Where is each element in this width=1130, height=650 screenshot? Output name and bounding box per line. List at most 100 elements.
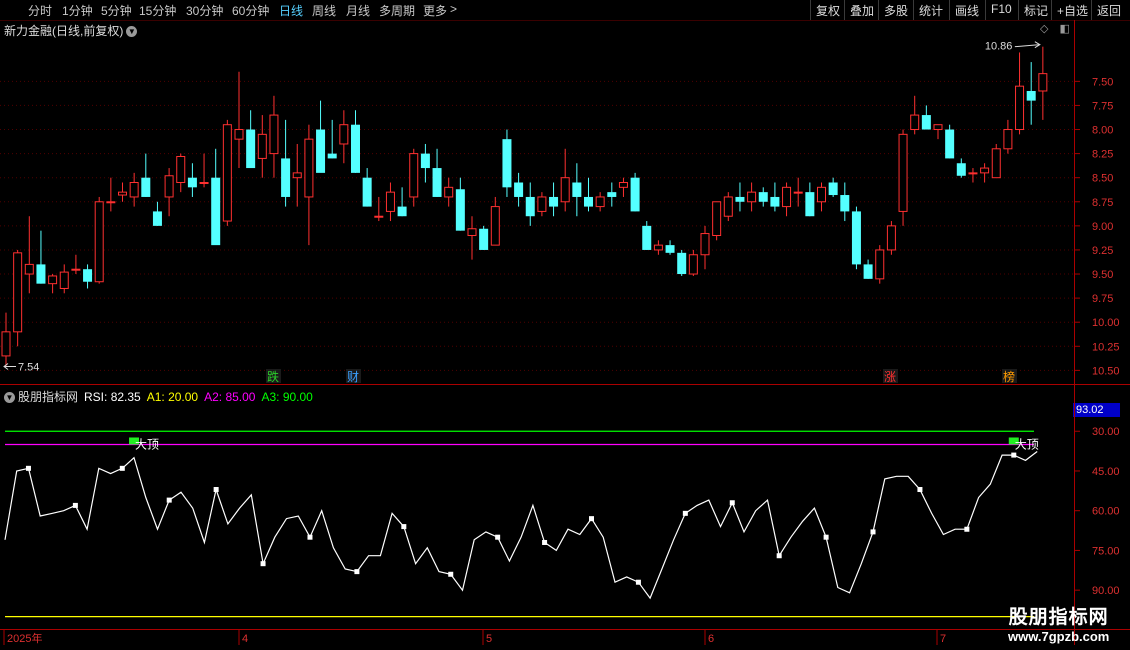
candle-body xyxy=(898,133,908,212)
top-signal-label: 大顶 xyxy=(1015,437,1039,451)
candle-body xyxy=(199,182,209,185)
candle-body xyxy=(94,201,104,283)
candle-body xyxy=(840,195,850,212)
candle-body xyxy=(560,177,570,203)
price-tick-label: 8.00 xyxy=(1092,125,1113,137)
candle-body xyxy=(187,177,197,188)
candle-body xyxy=(234,129,244,140)
candle-body xyxy=(420,153,430,169)
candle-body xyxy=(257,133,267,159)
candle-body xyxy=(642,225,652,250)
candle-body xyxy=(688,254,698,275)
price-tick-label: 8.25 xyxy=(1092,149,1113,161)
candle-body xyxy=(339,124,349,145)
candle-body xyxy=(269,114,279,155)
candle-body xyxy=(211,177,221,246)
event-tag: 涨 xyxy=(884,369,896,384)
candle-body xyxy=(141,177,151,197)
price-tick-label: 8.75 xyxy=(1092,197,1113,209)
candle-body xyxy=(129,182,139,198)
candle-body xyxy=(549,196,559,207)
value-tick-label: 30.00 xyxy=(1092,426,1120,438)
rsi-point xyxy=(823,534,829,540)
candle-body xyxy=(455,189,465,231)
candle-body xyxy=(479,228,489,250)
candle-body xyxy=(933,124,943,131)
price-tick-label: 8.50 xyxy=(1092,173,1113,185)
price-tick-label: 7.75 xyxy=(1092,100,1113,112)
date-label: 4 xyxy=(242,633,248,645)
candle-body xyxy=(1003,129,1013,150)
candle-body xyxy=(665,245,675,253)
watermark-url: www.7gpzb.com xyxy=(1008,629,1110,644)
candle-body xyxy=(595,196,605,208)
candle-body xyxy=(351,124,360,173)
watermark-title: 股朋指标网 xyxy=(1008,607,1109,628)
candle-body xyxy=(886,225,896,251)
candle-body xyxy=(525,196,535,217)
candle-body xyxy=(980,167,990,174)
rsi-point xyxy=(401,524,407,530)
rsi-point xyxy=(354,569,360,575)
candle-body xyxy=(712,201,722,236)
rsi-point xyxy=(776,553,782,559)
date-label: 7 xyxy=(940,633,946,645)
value-tick-label: 45.00 xyxy=(1092,466,1120,478)
price-tick-label: 10.25 xyxy=(1092,341,1120,353)
value-tick-label: 90.00 xyxy=(1092,585,1120,597)
candle-body xyxy=(467,228,477,236)
candle-body xyxy=(770,196,780,207)
rsi-point xyxy=(166,497,172,503)
candle-body xyxy=(222,124,232,222)
site-watermark: 股朋指标网 www.7gpzb.com xyxy=(1008,602,1109,644)
candle-body xyxy=(490,206,500,246)
rsi-point xyxy=(495,534,501,540)
event-tag: 榜 xyxy=(1003,369,1015,384)
candle-body xyxy=(24,263,34,275)
candle-body xyxy=(735,196,745,202)
candle-body xyxy=(817,186,826,203)
candle-body xyxy=(106,201,116,204)
candle-body xyxy=(59,271,69,289)
candle-body xyxy=(572,182,582,197)
candle-body xyxy=(409,153,419,198)
candle-body xyxy=(921,115,931,130)
price-tick-label: 9.25 xyxy=(1092,245,1113,257)
rsi-point xyxy=(682,510,688,516)
chart-canvas[interactable]: 10.50 10.25 10.00 9.75 9.50 9.25 9.00 8.75 8.50 8… xyxy=(0,0,1130,650)
candle-body xyxy=(945,129,955,159)
rsi-point xyxy=(870,529,876,535)
rsi-point xyxy=(635,579,641,585)
value-tick-label: 75.00 xyxy=(1092,545,1120,557)
candle-body xyxy=(537,196,547,212)
rsi-line xyxy=(4,451,1038,600)
rsi-point xyxy=(964,526,970,532)
rsi-point xyxy=(260,561,266,567)
candle-body xyxy=(991,148,1001,179)
candle-body xyxy=(956,163,966,176)
rsi-point xyxy=(1011,452,1017,458)
candle-body xyxy=(514,182,524,197)
value-tick-label: 60.00 xyxy=(1092,506,1120,518)
candle-body xyxy=(607,192,617,197)
rsi-point xyxy=(307,534,313,540)
candle-body xyxy=(968,172,978,175)
price-tick-label: 9.75 xyxy=(1092,293,1113,305)
candle-body xyxy=(164,175,174,198)
candle-body xyxy=(1,331,11,357)
candle-body xyxy=(828,182,838,196)
candle-body xyxy=(83,269,93,282)
candle-body xyxy=(71,268,81,271)
candle-body xyxy=(782,186,792,208)
candle-body xyxy=(875,249,885,280)
price-tick-label: 10.50 xyxy=(1092,365,1120,377)
rsi-point xyxy=(119,465,125,471)
candle-body xyxy=(374,215,384,218)
candle-body xyxy=(618,182,628,188)
candle-body xyxy=(851,211,861,265)
candle-body xyxy=(327,153,337,159)
rsi-point xyxy=(448,571,454,577)
rsi-point xyxy=(729,500,735,506)
event-tag: 财 xyxy=(347,370,359,384)
date-label: 6 xyxy=(708,633,714,645)
